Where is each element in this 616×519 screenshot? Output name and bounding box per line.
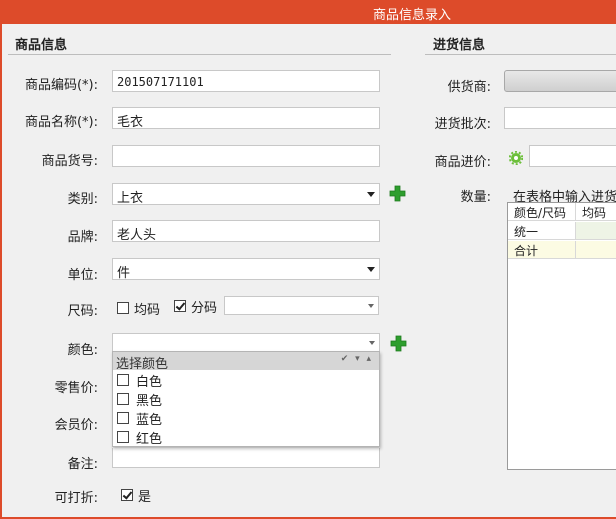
category-value: 上衣 <box>117 191 144 205</box>
table-row: 合计 <box>508 241 616 259</box>
chevron-down-icon <box>369 341 375 345</box>
unit-label: 单位: <box>67 268 98 283</box>
category-label: 类别: <box>67 192 98 207</box>
item-number-label: 商品货号: <box>41 154 98 169</box>
batch-input[interactable] <box>504 107 616 129</box>
color-dropdown-panel: 选择颜色 ✔ ▾ ▴ 白色 黑色 蓝色 红色 <box>112 351 380 447</box>
split-size-select[interactable] <box>224 296 379 315</box>
remark-label: 备注: <box>67 457 98 472</box>
member-price-label: 会员价: <box>54 418 98 433</box>
remark-input[interactable] <box>112 448 380 468</box>
product-code-input[interactable]: 201507171101 <box>112 70 380 92</box>
purchase-price-label: 商品进价: <box>434 155 491 170</box>
retail-price-label: 零售价: <box>54 381 98 396</box>
quantity-label: 数量: <box>460 190 491 205</box>
unit-value: 件 <box>117 266 131 280</box>
gear-icon[interactable] <box>509 151 523 165</box>
chevron-down-icon <box>367 267 375 272</box>
split-size-label: 分码 <box>191 301 218 316</box>
uniform-size-checkbox[interactable] <box>117 302 129 314</box>
color-option-checkbox[interactable] <box>117 412 129 424</box>
add-category-icon[interactable] <box>389 185 406 202</box>
window-title: 商品信息录入 <box>373 8 452 23</box>
supplier-label: 供货商: <box>447 80 491 95</box>
color-label: 颜色: <box>67 343 98 358</box>
product-code-label: 商品编码(*): <box>24 78 98 93</box>
color-select[interactable] <box>112 333 380 352</box>
grid-header-cell: 均码 <box>576 203 616 221</box>
section-divider <box>8 54 391 55</box>
brand-input[interactable]: 老人头 <box>112 220 380 242</box>
section-divider <box>425 54 616 55</box>
category-select[interactable]: 上衣 <box>112 183 380 205</box>
table-row: 统一 <box>508 222 616 240</box>
grid-cell[interactable]: 统一 <box>508 222 576 240</box>
chevron-down-icon <box>368 304 374 308</box>
add-color-icon[interactable] <box>390 335 407 352</box>
grid-cell <box>576 241 616 259</box>
grid-cell[interactable] <box>576 222 616 240</box>
batch-label: 进货批次: <box>434 117 491 132</box>
purchase-price-input[interactable] <box>529 145 616 167</box>
product-name-label: 商品名称(*): <box>24 115 98 130</box>
color-option-checkbox[interactable] <box>117 431 129 443</box>
color-option-checkbox[interactable] <box>117 393 129 405</box>
grid-cell: 合计 <box>508 241 576 259</box>
grid-header-row: 颜色/尺码 均码 <box>508 203 616 221</box>
color-option-checkbox[interactable] <box>117 374 129 386</box>
quantity-grid: 颜色/尺码 均码 统一 合计 <box>507 202 616 470</box>
uniform-size-label: 均码 <box>134 303 161 318</box>
product-name-input[interactable]: 毛衣 <box>112 107 380 129</box>
color-dropdown-header: 选择颜色 ✔ ▾ ▴ <box>113 352 379 372</box>
brand-label: 品牌: <box>67 230 98 245</box>
unit-select[interactable]: 件 <box>112 258 380 280</box>
supplier-select[interactable] <box>504 70 616 92</box>
discountable-checkbox[interactable] <box>121 489 133 501</box>
dropdown-tools-icon[interactable]: ✔ ▾ ▴ <box>341 354 373 364</box>
split-size-checkbox[interactable] <box>174 300 186 312</box>
discountable-option-label: 是 <box>138 490 152 505</box>
chevron-down-icon <box>367 192 375 197</box>
grid-header-cell: 颜色/尺码 <box>508 203 576 221</box>
discountable-label: 可打折: <box>54 491 98 506</box>
product-info-section-title: 商品信息 <box>15 38 68 53</box>
window-border-left <box>0 24 2 519</box>
item-number-input[interactable] <box>112 145 380 167</box>
size-label: 尺码: <box>67 304 98 319</box>
title-bar: 商品信息录入 <box>0 0 616 24</box>
color-dropdown-header-label: 选择颜色 <box>116 357 169 372</box>
purchase-info-section-title: 进货信息 <box>433 38 486 53</box>
